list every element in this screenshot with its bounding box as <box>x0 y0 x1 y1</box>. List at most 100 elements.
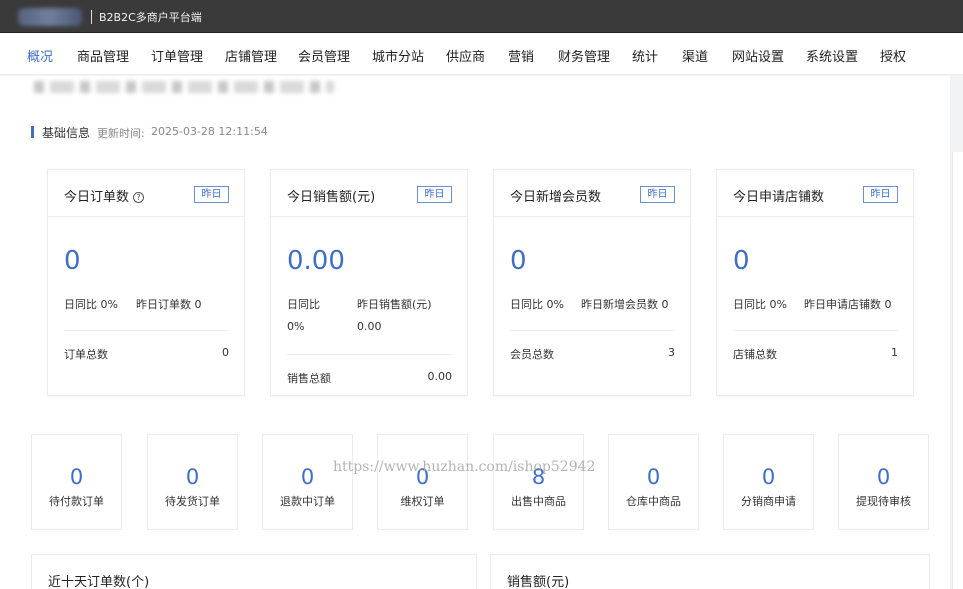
tile-label: 待发货订单 <box>165 495 220 508</box>
tile-label: 出售中商品 <box>511 495 566 508</box>
card-header: 今日新增会员数 昨日 <box>494 170 690 217</box>
tile-label: 维权订单 <box>400 495 445 508</box>
yesterday-label: 昨日销售额(元) <box>357 298 432 311</box>
yesterday-value: 0.00 <box>357 320 382 333</box>
tile-label: 分销商申请 <box>741 495 796 508</box>
tile-label: 仓库中商品 <box>626 495 681 508</box>
compare-label-text: 日同比 <box>510 298 543 311</box>
right-panel-edge <box>952 152 963 589</box>
card-title: 今日订单数? <box>64 186 145 205</box>
stat-value: 0 <box>733 246 750 276</box>
sales-chart-panel: 销售额(元) <box>490 554 930 589</box>
panel-title: 销售额(元) <box>507 575 570 589</box>
compare-label: 日同比 0% <box>733 296 787 312</box>
blurred-url <box>34 81 334 93</box>
nav-item-products[interactable]: 商品管理 <box>77 46 129 65</box>
nav-item-suppliers[interactable]: 供应商 <box>446 46 485 65</box>
yesterday-value: 0 <box>884 298 892 311</box>
stat-card-orders: 今日订单数? 昨日 0 日同比 0% 昨日订单数 0 订单总数 0 <box>47 169 245 396</box>
top-bar: B2B2C多商户平台端 <box>0 0 963 33</box>
nav-item-finance[interactable]: 财务管理 <box>558 46 610 65</box>
yesterday-stat: 昨日申请店铺数 0 <box>804 296 892 312</box>
yesterday-tag[interactable]: 昨日 <box>194 186 229 203</box>
tile-value: 0 <box>761 465 776 489</box>
card-title-text: 今日订单数 <box>64 190 130 205</box>
tile-on-sale[interactable]: 8 出售中商品 <box>493 434 584 530</box>
tile-value: 0 <box>185 465 200 489</box>
tile-label: 待付款订单 <box>49 495 104 508</box>
topbar-divider <box>91 10 92 24</box>
question-icon[interactable]: ? <box>133 192 145 203</box>
tile-distributor-applications[interactable]: 0 分销商申请 <box>723 434 814 530</box>
nav-item-channels[interactable]: 渠道 <box>682 46 708 65</box>
main-nav: 概况 商品管理 订单管理 店铺管理 会员管理 城市分站 供应商 营销 财务管理 … <box>0 33 963 75</box>
tile-label: 退款中订单 <box>280 495 335 508</box>
total-value: 1 <box>891 346 898 359</box>
tile-label: 提现待审核 <box>856 495 911 508</box>
app-title: B2B2C多商户平台端 <box>99 11 202 24</box>
compare-value: 0% <box>546 298 564 311</box>
tile-pending-payment[interactable]: 0 待付款订单 <box>31 434 122 530</box>
total-label: 销售总额 <box>287 372 331 385</box>
nav-item-system-settings[interactable]: 系统设置 <box>806 46 858 65</box>
panel-title: 近十天订单数(个) <box>48 575 150 589</box>
compare-value: 0% <box>769 298 787 311</box>
card-header: 今日销售额(元) 昨日 <box>271 170 467 217</box>
stat-card-store-applications: 今日申请店铺数 昨日 0 日同比 0% 昨日申请店铺数 0 店铺总数 1 <box>716 169 914 396</box>
nav-item-license[interactable]: 授权 <box>880 46 906 65</box>
nav-item-city-sites[interactable]: 城市分站 <box>372 46 424 65</box>
tile-refunding[interactable]: 0 退款中订单 <box>262 434 353 530</box>
compare-value: 0% <box>287 320 305 333</box>
stat-value: 0 <box>64 246 81 276</box>
nav-item-marketing[interactable]: 营销 <box>508 46 534 65</box>
tile-in-warehouse[interactable]: 0 仓库中商品 <box>608 434 699 530</box>
total-label: 订单总数 <box>64 348 108 361</box>
yesterday-tag[interactable]: 昨日 <box>863 186 898 203</box>
tile-disputes[interactable]: 0 维权订单 <box>377 434 468 530</box>
yesterday-label: 昨日申请店铺数 <box>804 298 881 311</box>
tile-value: 0 <box>646 465 661 489</box>
compare-label: 日同比 <box>287 298 320 311</box>
orders-chart-panel: 近十天订单数(个) <box>31 554 477 589</box>
card-title: 今日新增会员数 <box>510 190 602 205</box>
tile-value: 0 <box>876 465 891 489</box>
nav-item-members[interactable]: 会员管理 <box>298 46 350 65</box>
updated-time: 2025-03-28 12:11:54 <box>151 125 268 138</box>
compare-value: 0% <box>100 298 118 311</box>
divider <box>733 330 898 331</box>
card-title: 今日销售额(元) <box>287 190 376 205</box>
compare-label: 日同比 0% <box>510 296 564 312</box>
yesterday-tag[interactable]: 昨日 <box>417 186 452 203</box>
nav-item-site-settings[interactable]: 网站设置 <box>732 46 784 65</box>
total-value: 3 <box>668 346 675 359</box>
nav-item-statistics[interactable]: 统计 <box>632 46 658 65</box>
yesterday-stat: 昨日新增会员数 0 <box>581 296 669 312</box>
tile-withdrawal-review[interactable]: 0 提现待审核 <box>838 434 929 530</box>
tile-value: 0 <box>69 465 84 489</box>
total-value: 0.00 <box>427 370 453 383</box>
yesterday-value: 0 <box>661 298 669 311</box>
yesterday-tag[interactable]: 昨日 <box>640 186 675 203</box>
content-area: 基础信息 更新时间: 2025-03-28 12:11:54 今日订单数? 昨日… <box>0 76 950 589</box>
card-header: 今日申请店铺数 昨日 <box>717 170 913 217</box>
divider <box>510 330 675 331</box>
tile-pending-shipment[interactable]: 0 待发货订单 <box>147 434 238 530</box>
yesterday-label: 昨日新增会员数 <box>581 298 658 311</box>
total-label: 会员总数 <box>510 348 554 361</box>
compare-label: 日同比 0% <box>64 296 118 312</box>
nav-item-orders[interactable]: 订单管理 <box>151 46 203 65</box>
stat-card-sales: 今日销售额(元) 昨日 0.00 日同比 0% 昨日销售额(元) 0.00 销售… <box>270 169 468 396</box>
yesterday-value: 0 <box>194 298 202 311</box>
nav-item-stores[interactable]: 店铺管理 <box>225 46 277 65</box>
divider <box>64 330 229 331</box>
compare-label-text: 日同比 <box>64 298 97 311</box>
stat-card-new-members: 今日新增会员数 昨日 0 日同比 0% 昨日新增会员数 0 会员总数 3 <box>493 169 691 396</box>
nav-item-overview[interactable]: 概况 <box>27 46 53 65</box>
section-marker <box>31 126 34 138</box>
updated-label: 更新时间: <box>97 127 145 140</box>
watermark: https://www.huzhan.com/ishop52942 <box>333 459 596 475</box>
total-value: 0 <box>222 346 229 359</box>
stat-value: 0 <box>510 246 527 276</box>
total-label: 店铺总数 <box>733 348 777 361</box>
dashboard-page: B2B2C多商户平台端 概况 商品管理 订单管理 店铺管理 会员管理 城市分站 … <box>0 0 963 589</box>
